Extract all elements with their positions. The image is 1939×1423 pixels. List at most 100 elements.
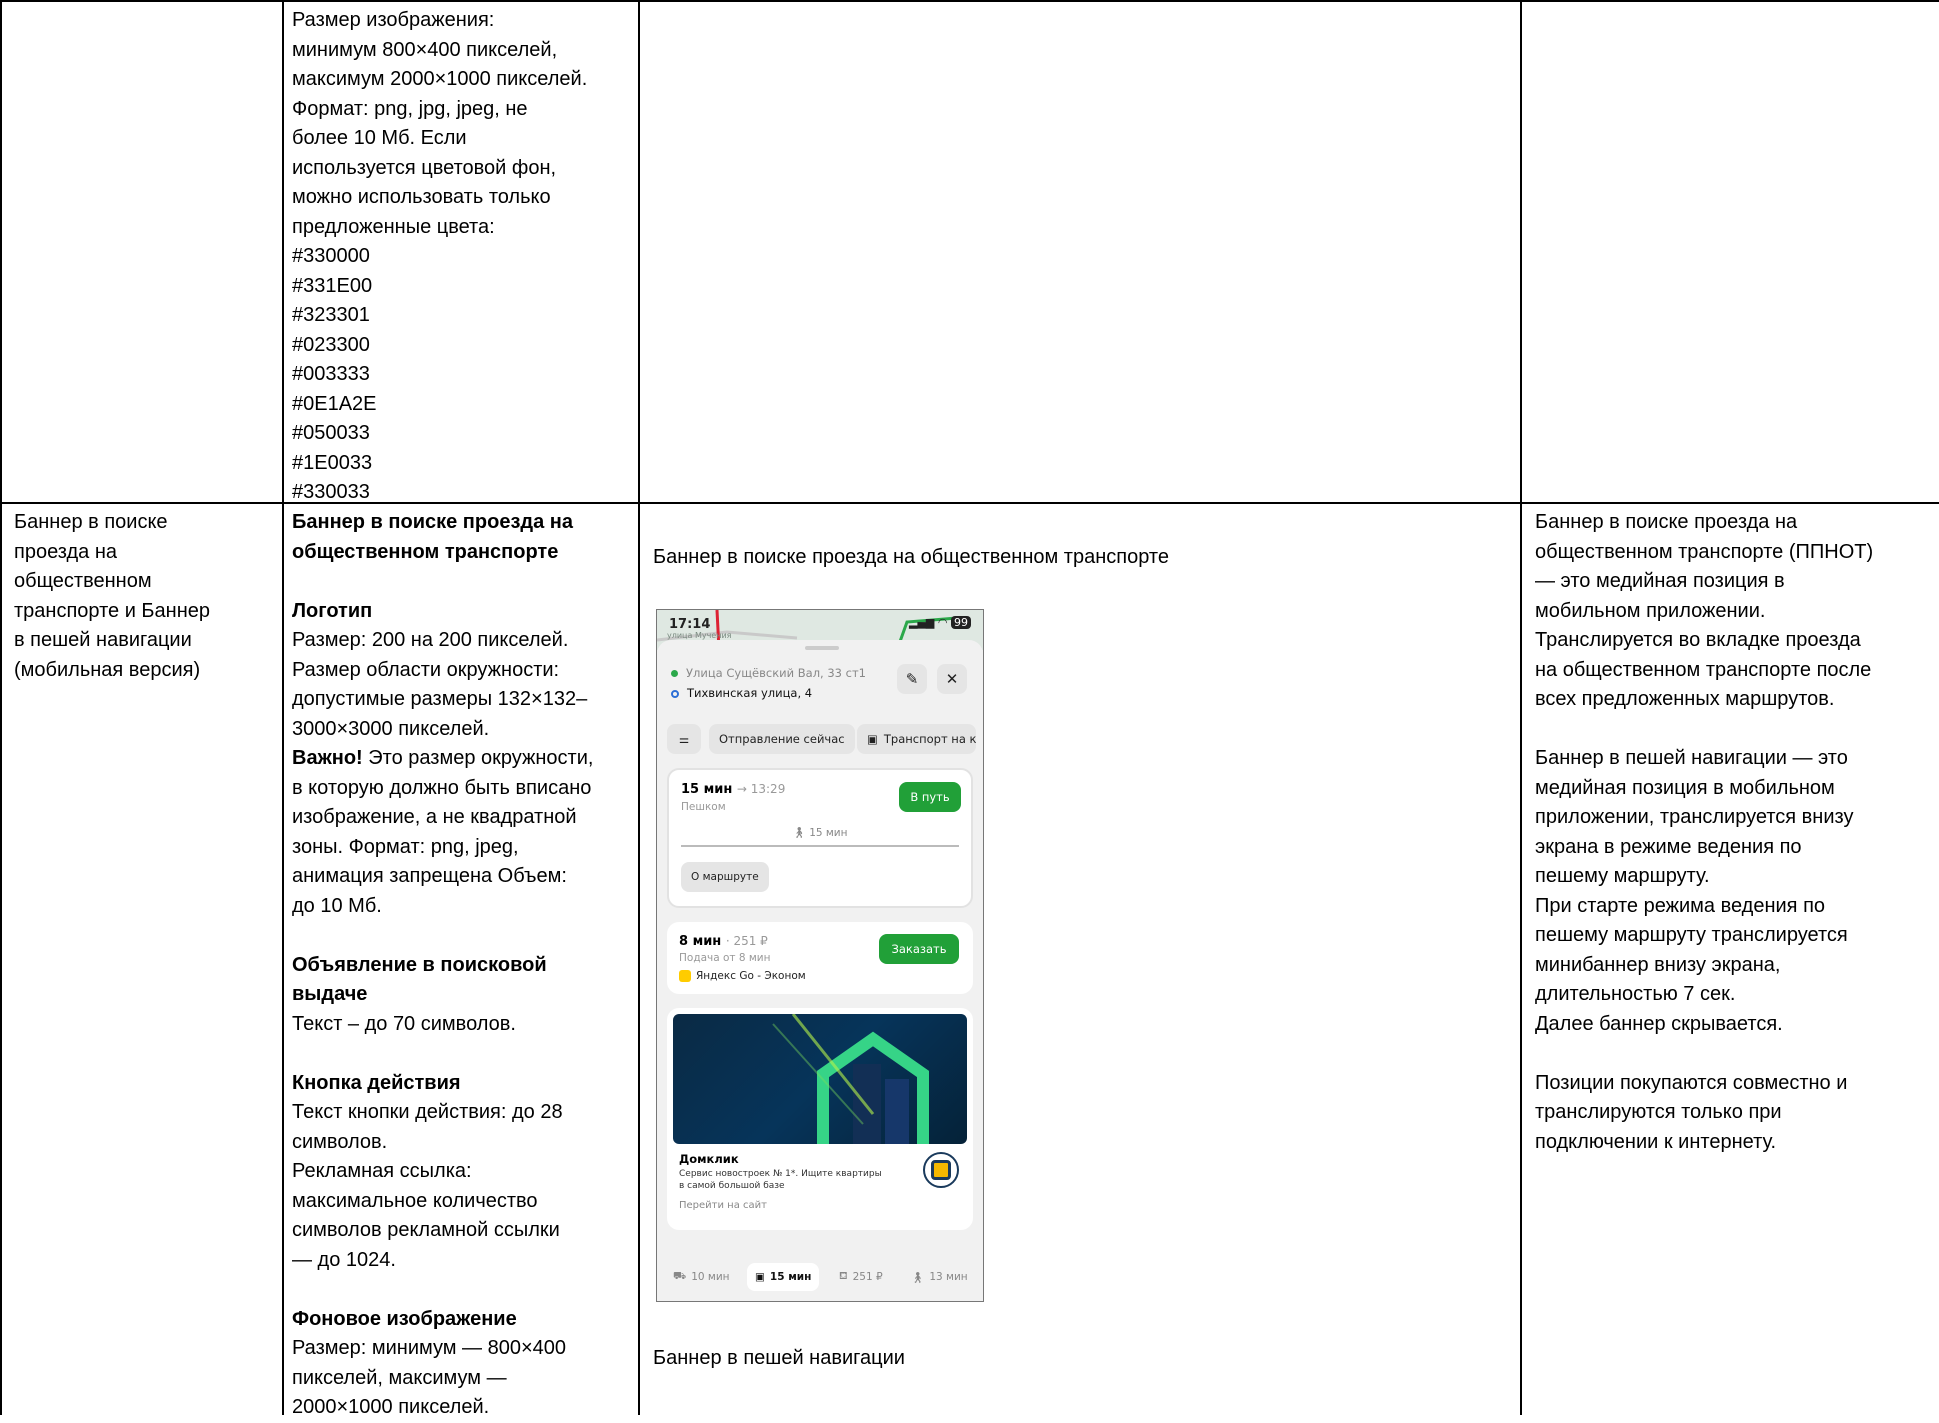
important-text: Это размер окружности, [362, 747, 594, 769]
button-heading: Кнопка действия [292, 1071, 461, 1094]
desc-line: Позиции покупаются совместно и [1535, 1071, 1848, 1094]
tab-walk[interactable]: 🚶︎ 13 мин [911, 1263, 968, 1291]
name-line: проезда на [14, 540, 118, 563]
color-code: #1E0033 [292, 451, 373, 474]
walk-progress-line [681, 845, 959, 847]
spec-line: Размер: 200 на 200 пикселей. [292, 629, 569, 651]
ad-background-image [673, 1014, 967, 1144]
desc-line: приложении, транслируется внизу [1535, 806, 1854, 828]
name-line: транспорте и Баннер [14, 599, 211, 622]
desc-line: общественном транспорте (ППНОТ) [1535, 540, 1874, 563]
house-illustration [772, 1014, 929, 1144]
transport-mode-tabs: ⛟ 10 мин ▣ 15 мин ⛾ 251 ₽ 🚶︎ 13 мин [657, 1253, 983, 1301]
filter-button[interactable]: ⚌ [667, 724, 701, 754]
ad-text-line: Сервис новостроек № 1*. Ищите квартиры [679, 1169, 882, 1179]
walk-arrival: → 13:29 [736, 782, 786, 796]
walk-icon: 🚶︎ [792, 827, 806, 839]
table-border-top [0, 0, 1939, 2]
row-divider [0, 502, 1939, 504]
tab-transit[interactable]: ▣ 15 мин [747, 1263, 820, 1291]
column-divider [282, 0, 284, 1415]
about-route-button[interactable]: О маршруте [681, 862, 769, 892]
spec-line: используется цветовой фон, [292, 156, 557, 179]
color-code: #0E1A2E [292, 392, 377, 415]
battery-icon: 99 [951, 616, 971, 629]
desc-line: медийная позиция в мобильном [1535, 776, 1835, 799]
spec-line: изображение, а не квадратной [292, 806, 577, 828]
spec-line: минимум 800×400 пикселей, [292, 38, 558, 61]
spec-line: пикселей, максимум — [292, 1366, 507, 1389]
spec-line: до 10 Мб. [292, 894, 382, 917]
column-divider [638, 0, 640, 1415]
bus-icon: ▣ [755, 1271, 765, 1283]
desc-line: Далее баннер скрывается. [1535, 1012, 1783, 1035]
important-label: Важно! [292, 747, 363, 769]
transport-chip[interactable]: ▣ Транспорт на к [857, 724, 977, 754]
phone-screenshot: 17:14 ▂▄▆ ◠ 99 улица Мучения Улица Сущёв… [656, 609, 984, 1302]
go-button[interactable]: В путь [899, 782, 961, 812]
color-code: #330000 [292, 245, 370, 267]
color-code: #003333 [292, 363, 370, 385]
domclick-logo [923, 1152, 959, 1188]
yandex-go-logo-icon [679, 970, 691, 982]
name-line: Баннер в поиске [14, 511, 168, 533]
desc-line: длительностью 7 сек. [1535, 983, 1736, 1005]
desc-line: Баннер в пешей навигации — это [1535, 747, 1848, 769]
tab-car[interactable]: ⛟ 10 мин [673, 1263, 730, 1291]
spec-line: можно использовать только [292, 186, 551, 208]
example-caption-bottom: Баннер в пешей навигации [653, 1347, 905, 1369]
spec-line: допустимые размеры 132×132– [292, 688, 588, 710]
desc-line: всех предложенных маршрутов. [1535, 688, 1835, 710]
spec-line: анимация запрещена Объем: [292, 865, 567, 887]
sheet-grab-handle[interactable] [805, 646, 839, 650]
taxi-service: Яндекс Go - Эконом [679, 970, 806, 982]
walk-route-card[interactable]: 15 мин → 13:29 Пешком В путь 🚶︎ 15 мин О… [667, 768, 973, 908]
spec-line: максимум 2000×1000 пикселей. [292, 68, 588, 90]
desc-line: мобильном приложении. [1535, 599, 1766, 622]
order-button[interactable]: Заказать [879, 934, 959, 964]
spec-line: Текст кнопки действия: до 28 [292, 1101, 563, 1123]
taxi-icon: ⛾ [839, 1270, 848, 1282]
route-sheet: Улица Сущёвский Вал, 33 ст1 Тихвинская у… [657, 640, 983, 1301]
taxi-pickup: Подача от 8 мин [679, 952, 771, 964]
row1-spec-cell: Размер изображения: минимум 800×400 пикс… [292, 6, 632, 508]
car-icon: ⛟ [673, 1270, 687, 1282]
departure-chip[interactable]: Отправление сейчас [709, 724, 855, 754]
desc-line: При старте режима ведения по [1535, 894, 1826, 917]
domclick-logo-icon [931, 1160, 951, 1180]
ad-spec-table: Размер изображения: минимум 800×400 пикс… [0, 0, 1939, 1418]
color-code: #050033 [292, 422, 370, 444]
walk-icon: 🚶︎ [911, 1271, 925, 1284]
color-code: #023300 [292, 333, 370, 356]
transport-chip-label: Транспорт на к [883, 732, 977, 746]
taxi-card[interactable]: 8 мин · 251 ₽ Подача от 8 мин Яндекс Go … [667, 922, 973, 994]
spec-line: Формат: png, jpg, jpeg, не [292, 97, 528, 120]
walk-mode: Пешком [681, 801, 726, 813]
edit-button[interactable]: ✎ [897, 664, 927, 694]
domclick-ad-banner[interactable]: Домклик Сервис новостроек № 1*. Ищите кв… [667, 1008, 973, 1230]
close-button[interactable]: ✕ [937, 664, 967, 694]
tab-taxi[interactable]: ⛾ 251 ₽ [839, 1263, 883, 1291]
name-line: в пешей навигации [14, 629, 192, 651]
ad-brand: Домклик [679, 1152, 739, 1166]
example-caption-top: Баннер в поиске проезда на общественном … [653, 546, 1169, 568]
map-label: улица Мучения [667, 631, 732, 640]
spec-line: Текст – до 70 символов. [292, 1012, 516, 1035]
taxi-time: 8 мин · 251 ₽ [679, 934, 768, 949]
spec-line: максимальное количество [292, 1189, 538, 1212]
destination-dot-icon [671, 689, 679, 698]
ad-link[interactable]: Перейти на сайт [679, 1200, 767, 1211]
important-note: Важно! Это размер окружности, [292, 744, 632, 774]
spec-line: Рекламная ссылка: [292, 1160, 472, 1182]
bus-icon: ▣ [867, 732, 878, 746]
to-address[interactable]: Тихвинская улица, 4 [671, 686, 812, 700]
spec-line: Размер изображения: [292, 9, 495, 31]
desc-line: подключении к интернету. [1535, 1130, 1777, 1153]
spec-line: символов рекламной ссылки [292, 1219, 560, 1241]
from-address[interactable]: Улица Сущёвский Вал, 33 ст1 [671, 666, 866, 680]
spec-line: в которую должно быть вписано [292, 776, 592, 799]
desc-line: экрана в режиме ведения по [1535, 835, 1802, 858]
desc-line: пешему маршруту. [1535, 865, 1710, 887]
logo-heading: Логотип [292, 599, 373, 622]
pencil-icon: ✎ [905, 670, 919, 688]
